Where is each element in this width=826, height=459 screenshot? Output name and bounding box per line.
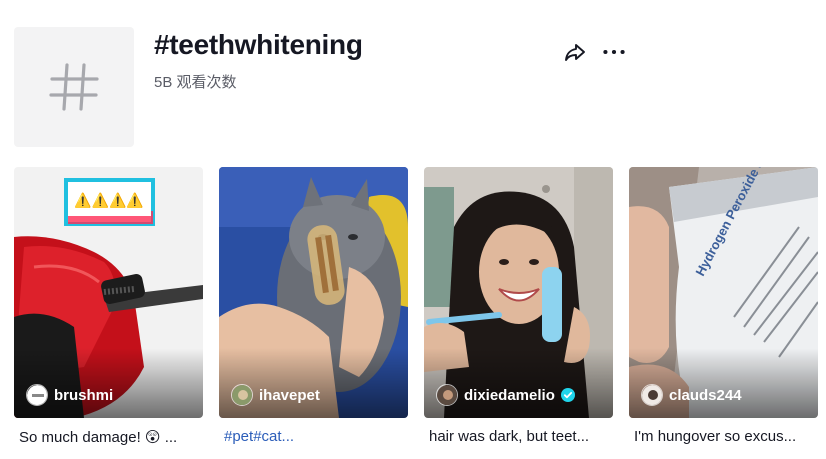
video-thumbnail[interactable]: Hydrogen Peroxide 3% Food Grade clauds24… <box>629 167 818 418</box>
warning-emoji-text: ⚠️⚠️⚠️⚠️ <box>74 192 144 209</box>
thumbnail-overlay <box>629 348 818 418</box>
verified-badge-icon <box>560 388 575 402</box>
share-icon <box>565 44 585 61</box>
author-name: dixiedamelio <box>464 386 555 404</box>
video-caption[interactable]: So much damage! 😲 ... <box>14 428 198 446</box>
page-title: #teethwhitening <box>154 29 363 60</box>
video-author[interactable]: ihavepet <box>231 384 320 406</box>
avatar <box>231 384 253 406</box>
hashtag-cover <box>14 27 134 147</box>
author-name: brushmi <box>54 386 114 404</box>
thumbnail-overlay <box>14 348 203 418</box>
video-thumbnail[interactable]: ⚠️⚠️⚠️⚠️ brushmi <box>14 167 203 418</box>
video-author[interactable]: clauds244 <box>641 384 742 406</box>
author-name: ihavepet <box>259 386 320 404</box>
video-card[interactable]: ⚠️⚠️⚠️⚠️ brushmi So much damage! 😲 ... <box>14 167 203 446</box>
video-caption[interactable]: hair was dark, but teet... <box>424 428 608 445</box>
more-dots-icon <box>603 49 625 55</box>
view-count: 5B 观看次数 <box>154 74 237 91</box>
video-thumbnail[interactable]: dixiedamelio <box>424 167 613 418</box>
video-author[interactable]: dixiedamelio <box>436 384 575 406</box>
hashtag-icon <box>49 63 99 111</box>
video-caption[interactable]: I'm hungover so excus... <box>629 428 813 445</box>
more-options-button[interactable] <box>600 39 628 65</box>
avatar <box>641 384 663 406</box>
video-caption[interactable]: #pet#cat... <box>219 428 403 445</box>
video-author[interactable]: brushmi <box>26 384 113 406</box>
avatar <box>26 384 48 406</box>
video-card[interactable]: Hydrogen Peroxide 3% Food Grade clauds24… <box>629 167 818 445</box>
video-grid: ⚠️⚠️⚠️⚠️ brushmi So much damage! 😲 ... i… <box>14 167 820 452</box>
hashtag-header: #teethwhitening 5B 观看次数 <box>14 27 814 147</box>
share-button[interactable] <box>562 39 588 65</box>
video-card[interactable]: dixiedamelio hair was dark, but teet... <box>424 167 613 445</box>
author-name: clauds244 <box>669 386 742 404</box>
video-card[interactable]: ihavepet #pet#cat... <box>219 167 408 445</box>
thumbnail-overlay <box>219 348 408 418</box>
thumbnail-overlay <box>424 348 613 418</box>
avatar <box>436 384 458 406</box>
video-thumbnail[interactable]: ihavepet <box>219 167 408 418</box>
